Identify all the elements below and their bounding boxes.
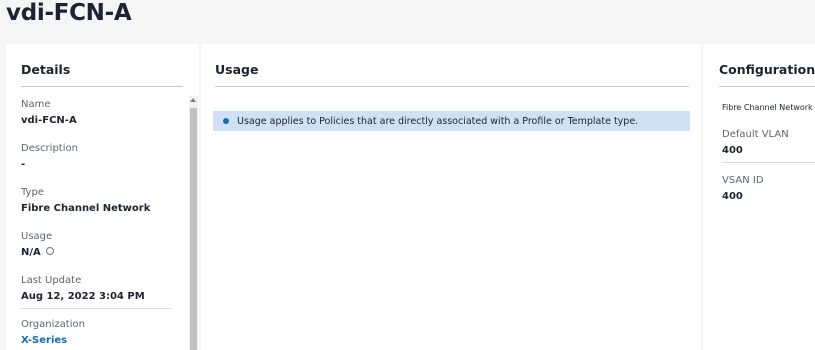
config-vsan-id-label: VSAN ID bbox=[722, 175, 764, 186]
detail-usage: Usage N/A bbox=[21, 230, 183, 259]
info-dot-icon bbox=[223, 118, 229, 124]
config-vsan-id-value: 400 bbox=[722, 191, 743, 202]
config-subtitle: Fibre Channel Network bbox=[722, 102, 815, 113]
detail-divider bbox=[21, 308, 171, 309]
config-divider bbox=[722, 162, 815, 163]
detail-name-value: vdi-FCN-A bbox=[21, 115, 77, 126]
details-panel: Details Name vdi-FCN-A Description - Typ… bbox=[6, 44, 199, 350]
usage-info-banner: Usage applies to Policies that are direc… bbox=[213, 111, 690, 131]
detail-usage-label: Usage bbox=[21, 231, 53, 242]
detail-type-label: Type bbox=[21, 187, 44, 198]
detail-name: Name vdi-FCN-A bbox=[21, 98, 183, 127]
detail-description-value: - bbox=[21, 159, 26, 170]
detail-usage-value-row: N/A bbox=[21, 246, 183, 259]
detail-last-update: Last Update Aug 12, 2022 3:04 PM bbox=[21, 274, 183, 303]
configuration-header-divider bbox=[719, 86, 815, 87]
scroll-thumb[interactable] bbox=[190, 108, 197, 350]
details-scrollbar[interactable] bbox=[189, 96, 198, 350]
detail-last-update-label: Last Update bbox=[21, 275, 82, 286]
config-default-vlan-value: 400 bbox=[722, 145, 743, 156]
configuration-panel: Configuration Fibre Channel Network Defa… bbox=[703, 44, 815, 350]
details-header-divider bbox=[21, 86, 183, 87]
detail-last-update-value: Aug 12, 2022 3:04 PM bbox=[21, 291, 145, 302]
detail-organization: Organization X-Series bbox=[21, 318, 183, 347]
config-default-vlan: Default VLAN 400 bbox=[722, 128, 815, 157]
detail-description-label: Description bbox=[21, 143, 78, 154]
scroll-up-arrow-icon[interactable] bbox=[190, 98, 196, 102]
detail-name-label: Name bbox=[21, 99, 51, 110]
detail-usage-value: N/A bbox=[21, 247, 41, 258]
config-default-vlan-label: Default VLAN bbox=[722, 129, 789, 140]
panels-container: Details Name vdi-FCN-A Description - Typ… bbox=[6, 44, 815, 350]
configuration-header: Configuration bbox=[719, 62, 815, 77]
detail-type-value: Fibre Channel Network bbox=[21, 203, 151, 214]
detail-organization-label: Organization bbox=[21, 319, 85, 330]
usage-info-text: Usage applies to Policies that are direc… bbox=[237, 115, 639, 127]
organization-link[interactable]: X-Series bbox=[21, 334, 183, 347]
config-vsan-id: VSAN ID 400 bbox=[722, 174, 815, 203]
page-title: vdi-FCN-A bbox=[6, 0, 132, 26]
details-list[interactable]: Name vdi-FCN-A Description - Type Fibre … bbox=[6, 96, 199, 350]
detail-description: Description - bbox=[21, 142, 183, 171]
config-subtitle-label: Fibre Channel Network bbox=[722, 103, 813, 112]
info-circle-icon[interactable] bbox=[45, 247, 54, 255]
usage-header: Usage bbox=[215, 62, 259, 77]
details-header: Details bbox=[21, 62, 71, 77]
detail-type: Type Fibre Channel Network bbox=[21, 186, 183, 215]
usage-header-divider bbox=[215, 86, 689, 87]
usage-panel: Usage Usage applies to Policies that are… bbox=[201, 44, 701, 350]
